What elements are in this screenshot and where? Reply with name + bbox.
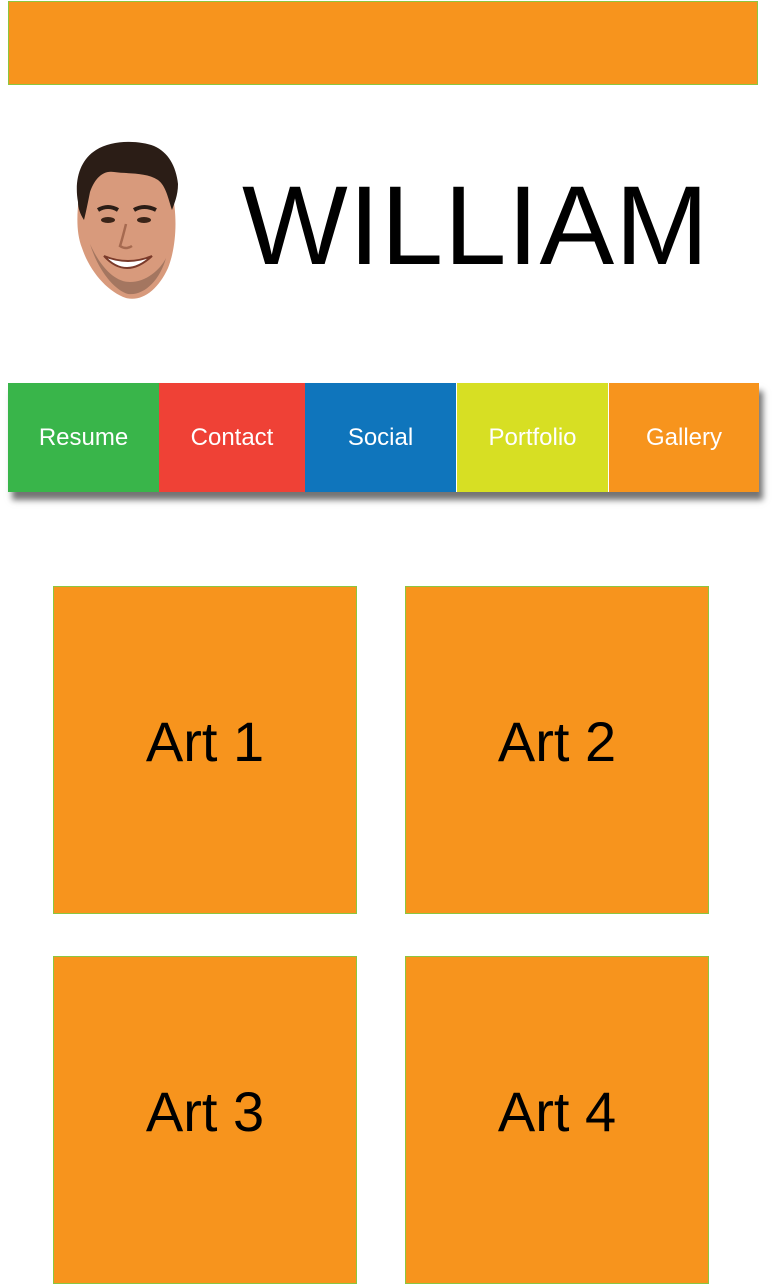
page-title: WILLIAM bbox=[242, 163, 710, 288]
nav-gallery-button[interactable]: Gallery bbox=[608, 383, 759, 492]
art-tile-label: Art 3 bbox=[145, 1079, 265, 1143]
art-tile-label: Art 2 bbox=[497, 709, 617, 773]
nav-social-label: Social bbox=[347, 423, 414, 451]
nav-portfolio-label: Portfolio bbox=[488, 423, 577, 451]
main-nav: Resume Contact Social Portfolio Gallery bbox=[8, 383, 759, 492]
nav-contact-label: Contact bbox=[190, 423, 274, 451]
art-tile-4[interactable]: Art 4 bbox=[405, 956, 709, 1284]
art-tile-3[interactable]: Art 3 bbox=[53, 956, 357, 1284]
nav-social-button[interactable]: Social bbox=[305, 383, 456, 492]
art-tile-1[interactable]: Art 1 bbox=[53, 586, 357, 914]
top-banner bbox=[8, 1, 758, 85]
nav-portfolio-button[interactable]: Portfolio bbox=[456, 383, 608, 492]
nav-gallery-label: Gallery bbox=[645, 423, 723, 451]
nav-resume-label: Resume bbox=[38, 423, 129, 451]
nav-contact-button[interactable]: Contact bbox=[159, 383, 305, 492]
nav-resume-button[interactable]: Resume bbox=[8, 383, 159, 492]
avatar bbox=[68, 140, 180, 302]
art-tile-label: Art 4 bbox=[497, 1079, 617, 1143]
art-tile-2[interactable]: Art 2 bbox=[405, 586, 709, 914]
art-tile-label: Art 1 bbox=[145, 709, 265, 773]
